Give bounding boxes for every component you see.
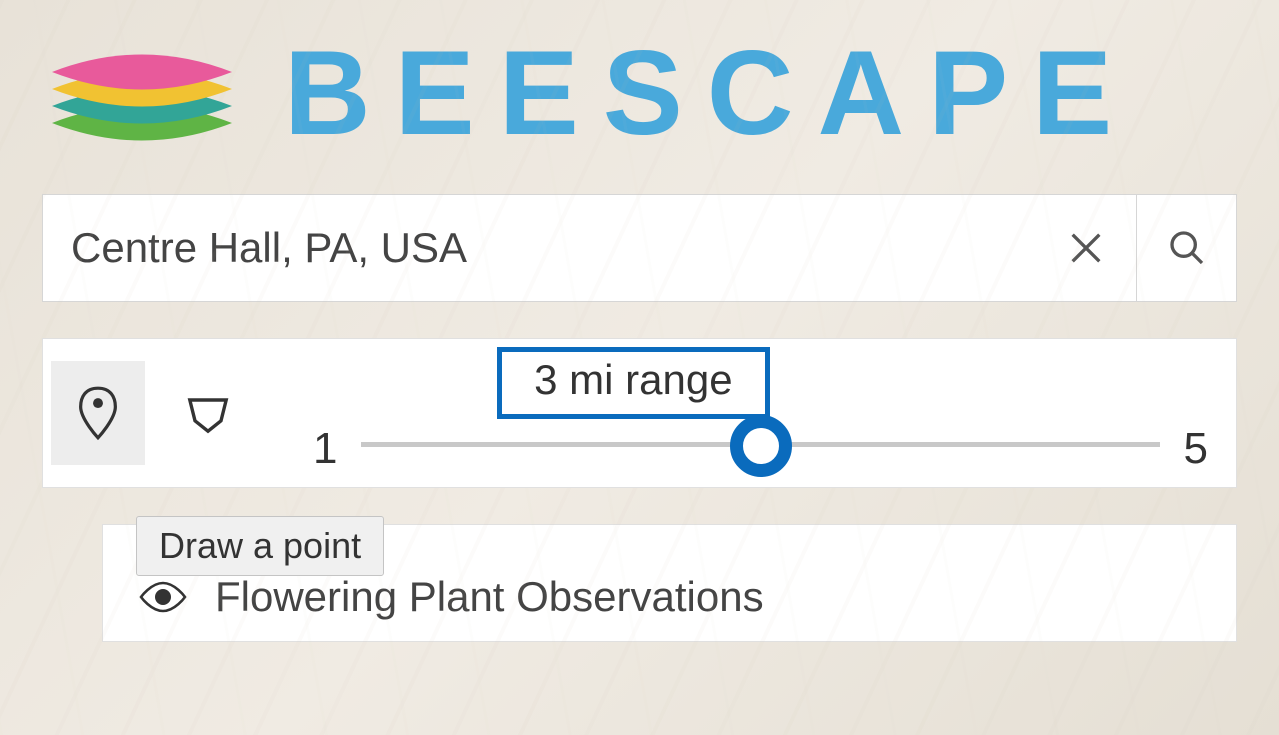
draw-polygon-button[interactable] (161, 361, 255, 465)
range-slider: 1 3 mi range 5 (263, 339, 1218, 487)
draw-point-tooltip: Draw a point (136, 516, 384, 576)
logo-layers-icon (42, 28, 242, 158)
search-bar (42, 194, 1237, 302)
point-marker-icon (72, 382, 124, 444)
slider-thumb[interactable] (730, 415, 792, 477)
layer-item[interactable]: Flowering Plant Observations (139, 573, 1200, 621)
draw-point-button[interactable] (51, 361, 145, 465)
search-button[interactable] (1136, 195, 1236, 301)
app-name: BEESCAPE (284, 33, 1136, 153)
close-icon (1066, 228, 1106, 268)
eye-icon (139, 580, 187, 614)
slider-max-label: 5 (1184, 427, 1208, 471)
app-header: BEESCAPE (42, 28, 1237, 158)
slider-value-label: 3 mi range (497, 347, 769, 419)
slider-track[interactable]: 3 mi range (361, 339, 1159, 459)
tools-bar: 1 3 mi range 5 (42, 338, 1237, 488)
clear-button[interactable] (1036, 195, 1136, 301)
search-icon (1167, 228, 1207, 268)
slider-min-label: 1 (313, 427, 337, 471)
polygon-icon (182, 382, 234, 444)
search-input[interactable] (43, 195, 1036, 301)
layer-label: Flowering Plant Observations (215, 573, 764, 621)
